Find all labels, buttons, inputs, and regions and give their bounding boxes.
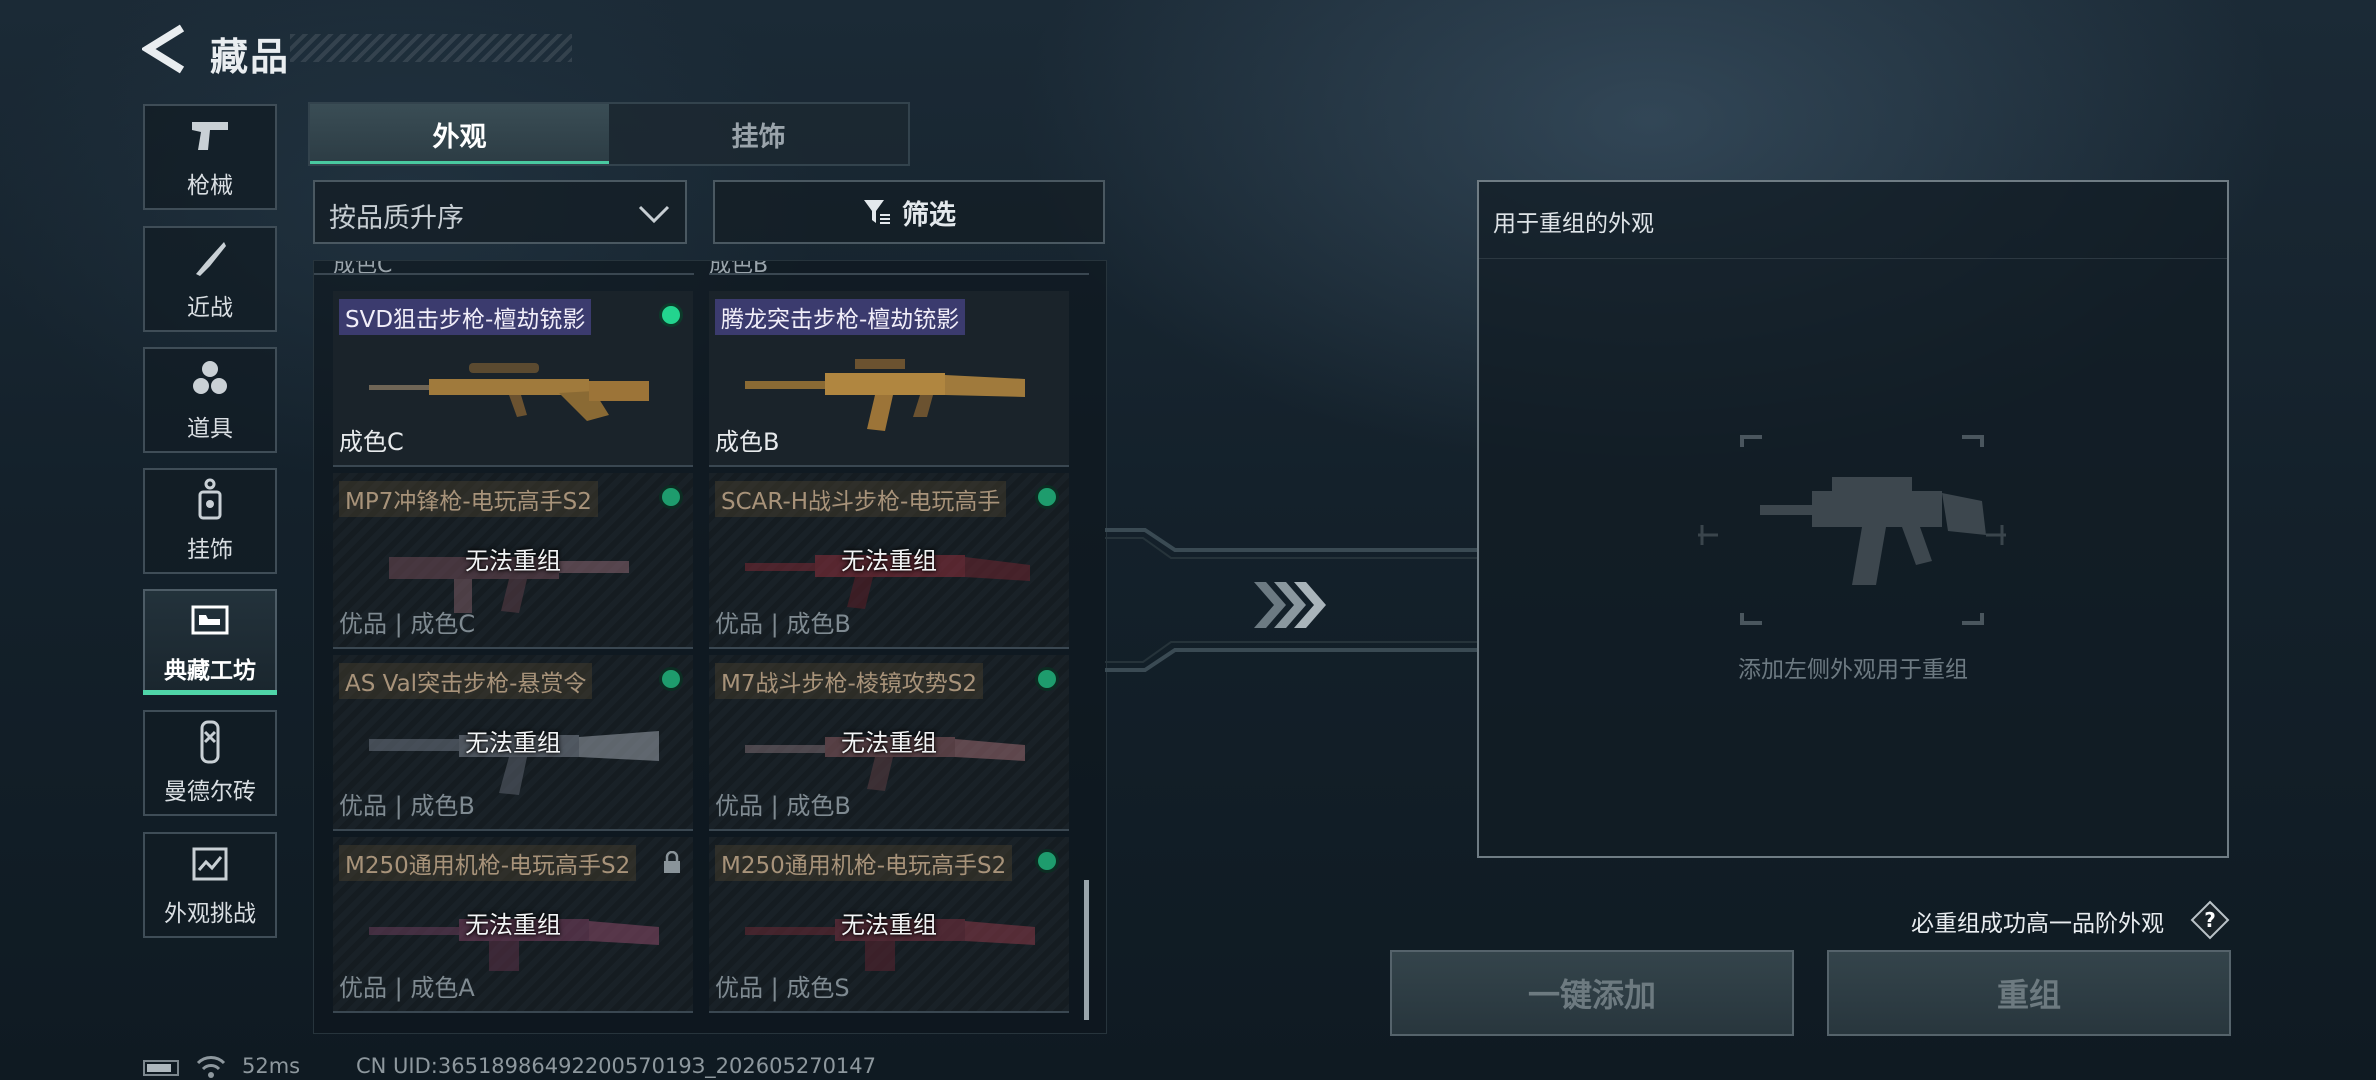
wifi-icon — [196, 1056, 226, 1078]
skin-card[interactable]: M250通用机枪-电玩高手S2 无法重组 优品 | 成色A — [333, 837, 693, 1013]
skin-card[interactable]: MP7冲锋枪-电玩高手S2 无法重组 优品 | 成色C — [333, 473, 693, 649]
nav-item-label: 道具 — [187, 416, 233, 442]
nav-item-label: 典藏工坊 — [164, 658, 256, 684]
charm-tag-icon — [188, 478, 232, 522]
ping-text: 52ms — [242, 1054, 301, 1078]
skin-name: MP7冲锋枪-电玩高手S2 — [339, 481, 598, 517]
skin-grade: 优品 | 成色C — [339, 610, 476, 638]
skin-grade: 优品 | 成色A — [339, 974, 475, 1002]
divider — [709, 273, 1089, 275]
nav-item-label: 近战 — [187, 295, 233, 321]
recombine-button[interactable]: 重组 — [1827, 950, 2231, 1036]
filter-label: 筛选 — [902, 199, 956, 231]
panel-header: 用于重组的外观 — [1479, 182, 2227, 259]
skin-card[interactable]: AS Val突击步枪-悬赏令 无法重组 优品 | 成色B — [333, 655, 693, 831]
nav-item-skin-challenge[interactable]: 外观挑战 — [143, 832, 277, 938]
nav-item-label: 外观挑战 — [164, 901, 256, 927]
skin-grade: 优品 | 成色B — [715, 610, 851, 638]
nav-item-label: 枪械 — [187, 173, 233, 199]
recombine-panel: 用于重组的外观 添加左侧外观用于重组 — [1477, 180, 2229, 858]
cannot-recombine-label: 无法重组 — [465, 911, 561, 939]
tab-bar: 外观 挂饰 — [308, 102, 910, 166]
guarantee-text: 必重组成功高一品阶外观 — [1911, 911, 2164, 937]
nav-item-workshop[interactable]: 典藏工坊 — [143, 589, 277, 695]
skin-grade: 优品 | 成色B — [339, 792, 475, 820]
pistol-icon — [188, 114, 232, 158]
svg-text:?: ? — [2204, 908, 2216, 932]
skin-name: M250通用机枪-电玩高手S2 — [715, 845, 1013, 881]
panel-title: 用于重组的外观 — [1493, 211, 1654, 237]
owned-indicator — [659, 667, 683, 691]
knife-icon — [188, 236, 232, 280]
nav-item-label: 曼德尔砖 — [164, 779, 256, 805]
list-scrollbar[interactable] — [1084, 880, 1089, 1020]
tab-charms[interactable]: 挂饰 — [609, 104, 908, 164]
skin-grade: 成色C — [339, 428, 404, 456]
skin-name: SCAR-H战斗步枪-电玩高手 — [715, 481, 1007, 517]
brick-icon — [188, 720, 232, 764]
workshop-icon — [188, 599, 232, 643]
sniper-rifle-icon — [369, 363, 649, 421]
owned-indicator — [659, 485, 683, 509]
filter-button[interactable]: 筛选 — [713, 180, 1105, 244]
back-arrow-icon[interactable] — [142, 24, 188, 74]
cannot-recombine-label: 无法重组 — [465, 729, 561, 757]
title-decoration — [290, 34, 572, 62]
skin-name: M250通用机枪-电玩高手S2 — [339, 845, 637, 881]
nav-item-label: 挂饰 — [187, 537, 233, 563]
nav-item-charms[interactable]: 挂饰 — [143, 468, 277, 574]
partial-grade: 成色B — [709, 260, 769, 278]
skin-card[interactable]: SVD狙击步枪-檀劫铳影 成色C — [333, 291, 693, 467]
chevrons-right-icon — [1254, 582, 1326, 628]
skin-name: SVD狙击步枪-檀劫铳影 — [339, 299, 592, 335]
grenades-icon — [188, 357, 232, 401]
skin-card[interactable]: M7战斗步枪-棱镜攻势S2 无法重组 优品 | 成色B — [709, 655, 1069, 831]
owned-indicator — [659, 303, 683, 327]
filter-icon — [864, 200, 890, 224]
skin-grade: 优品 | 成色B — [715, 792, 851, 820]
sort-dropdown[interactable]: 按品质升序 — [313, 180, 687, 244]
skin-name: M7战斗步枪-棱镜攻势S2 — [715, 663, 984, 699]
chevron-down-icon — [638, 205, 670, 224]
lock-icon — [664, 851, 680, 873]
nav-item-mandel-brick[interactable]: 曼德尔砖 — [143, 710, 277, 816]
cannot-recombine-label: 无法重组 — [841, 547, 937, 575]
empty-slot-rifle-icon[interactable] — [1662, 435, 2042, 635]
owned-indicator — [1035, 849, 1059, 873]
partial-grade: 成色C — [333, 260, 393, 278]
skin-list[interactable]: 成色C 成色B SVD狙击步枪-檀劫铳影 成色C 腾龙突击步枪-檀劫铳影 成色B — [313, 260, 1107, 1034]
nav-item-items[interactable]: 道具 — [143, 347, 277, 453]
assault-rifle-icon — [745, 359, 1025, 431]
skin-name: 腾龙突击步枪-檀劫铳影 — [715, 299, 966, 335]
skin-card[interactable]: 腾龙突击步枪-檀劫铳影 成色B — [709, 291, 1069, 467]
tab-appearance[interactable]: 外观 — [310, 104, 609, 164]
battery-icon — [143, 1060, 179, 1076]
cannot-recombine-label: 无法重组 — [841, 729, 937, 757]
skin-grade: 成色B — [715, 428, 780, 456]
owned-indicator — [1035, 667, 1059, 691]
skin-grade: 优品 | 成色S — [715, 974, 850, 1002]
uid-text: CN UID:3651898649220057019З_202605270147 — [356, 1054, 877, 1078]
skin-card[interactable]: M250通用机枪-电玩高手S2 无法重组 优品 | 成色S — [709, 837, 1069, 1013]
panel-hint: 添加左侧外观用于重组 — [1738, 657, 1968, 683]
owned-indicator — [1035, 485, 1059, 509]
auto-add-button[interactable]: 一键添加 — [1390, 950, 1794, 1036]
cannot-recombine-label: 无法重组 — [465, 547, 561, 575]
nav-item-guns[interactable]: 枪械 — [143, 104, 277, 210]
map-challenge-icon — [188, 842, 232, 886]
skin-card[interactable]: SCAR-H战斗步枪-电玩高手 无法重组 优品 | 成色B — [709, 473, 1069, 649]
divider — [314, 273, 694, 275]
help-icon[interactable]: ? — [2190, 900, 2230, 940]
cannot-recombine-label: 无法重组 — [841, 911, 937, 939]
sort-value: 按品质升序 — [329, 203, 464, 234]
page-title: 藏品 — [210, 35, 291, 79]
skin-name: AS Val突击步枪-悬赏令 — [339, 663, 593, 699]
nav-item-melee[interactable]: 近战 — [143, 226, 277, 332]
